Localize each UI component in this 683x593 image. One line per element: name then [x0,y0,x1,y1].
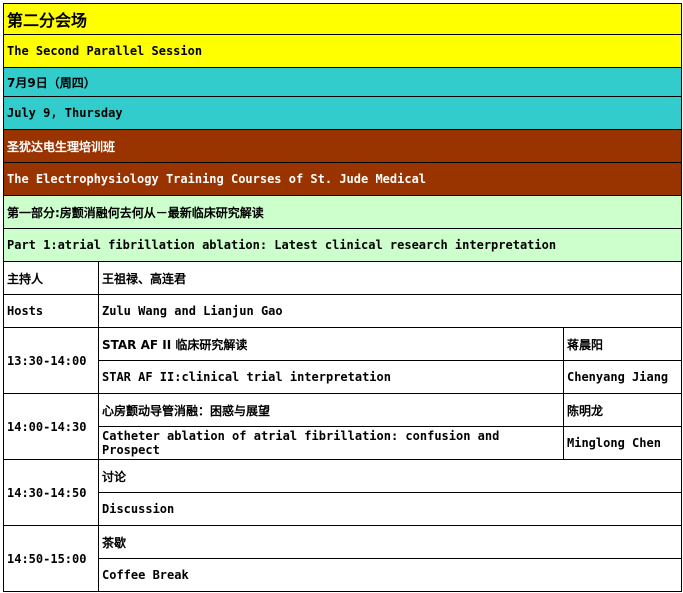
session-row-cn: 13:30-14:00 STAR AF II 临床研究解读 蒋晨阳 [3,327,683,394]
date-en-row: July 9, Thursday [2,96,683,130]
date-cn-row: 7月9日（周四） [2,67,683,97]
hosts-en-row: Hosts Zulu Wang and Lianjun Gao [3,294,683,328]
session-time: 14:30-14:50 [3,459,99,526]
schedule-table: 第二分会场 The Second Parallel Session 7月9日（周… [2,3,683,592]
session-topic-cn: STAR AF II 临床研究解读 [98,327,564,361]
course-cn: 圣犹达电生理培训班 [2,129,683,163]
session-time: 14:50-15:00 [3,525,99,592]
session-topic-cn: 茶歇 [97,525,683,559]
hosts-names-en: Zulu Wang and Lianjun Gao [97,294,683,328]
hosts-label-en: Hosts [3,294,99,328]
course-en-row: The Electrophysiology Training Courses o… [2,162,683,196]
venue-title-cn-row: 第二分会场 [2,3,683,35]
session-row-en: Catheter ablation of atrial fibrillation… [4,426,683,460]
session-speaker-cn: 陈明龙 [562,393,683,427]
session-time: 14:00-14:30 [3,393,99,460]
hosts-names-cn: 王祖禄、高连君 [97,261,683,295]
session-row-cn: 14:00-14:30 心房颤动导管消融：困惑与展望 陈明龙 [3,393,683,460]
course-cn-row: 圣犹达电生理培训班 [2,129,683,163]
part-cn-row: 第一部分:房颤消融何去何从－最新临床研究解读 [2,195,683,229]
session-speaker-en: Minglong Chen [562,426,683,460]
session-row-en: Coffee Break [4,558,683,592]
part-cn: 第一部分:房颤消融何去何从－最新临床研究解读 [2,195,683,229]
venue-title-cn: 第二分会场 [2,3,683,35]
session-topic-en: Coffee Break [97,558,683,592]
session-speaker-en: Chenyang Jiang [562,360,683,394]
session-row-en: STAR AF II:clinical trial interpretation… [4,360,683,394]
hosts-label-cn: 主持人 [3,261,99,295]
date-en: July 9, Thursday [2,96,683,130]
session-row-cn: 14:50-15:00 茶歇 [3,525,683,592]
session-topic-en: Discussion [97,492,683,526]
part-en-row: Part 1:atrial fibrillation ablation: Lat… [2,228,683,262]
part-en: Part 1:atrial fibrillation ablation: Lat… [2,228,683,262]
session-topic-cn: 心房颤动导管消融：困惑与展望 [98,393,564,427]
course-en: The Electrophysiology Training Courses o… [2,162,683,196]
session-topic-en: STAR AF II:clinical trial interpretation [98,360,564,394]
session-topic-en: Catheter ablation of atrial fibrillation… [98,426,564,460]
session-time: 13:30-14:00 [3,327,99,394]
date-cn: 7月9日（周四） [2,67,683,97]
venue-title-en-row: The Second Parallel Session [2,34,683,68]
session-row-cn: 14:30-14:50 讨论 [3,459,683,526]
session-topic-cn: 讨论 [97,459,683,493]
session-row-en: Discussion [4,492,683,526]
hosts-cn-row: 主持人 王祖禄、高连君 [3,261,683,295]
venue-title-en: The Second Parallel Session [2,34,683,68]
session-speaker-cn: 蒋晨阳 [562,327,683,361]
